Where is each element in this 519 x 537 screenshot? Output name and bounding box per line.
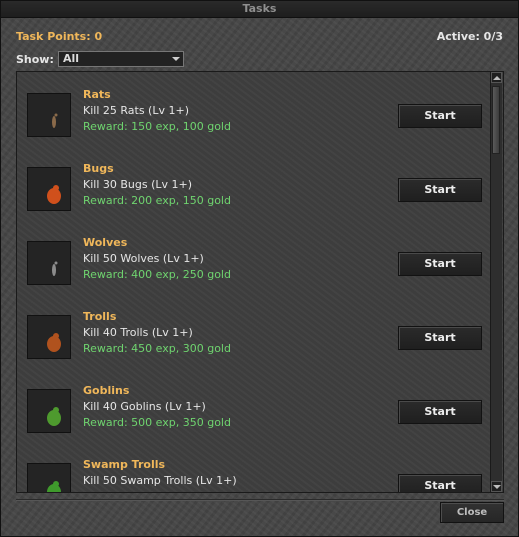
task-description: Kill 40 Trolls (Lv 1+) [83,326,193,339]
start-task-button[interactable]: Start [398,104,482,128]
task-creature-slot [27,241,71,285]
arrow-down-icon [493,485,501,489]
task-creature-slot [27,315,71,359]
start-task-button[interactable]: Start [398,400,482,424]
swamp-troll-icon [47,481,61,492]
show-filter-dropdown[interactable]: All [58,51,184,67]
task-points-label: Task Points: 0 [16,30,103,43]
task-name: Wolves [83,236,128,249]
task-name: Goblins [83,384,130,397]
scroll-down-button[interactable] [491,481,502,492]
close-button[interactable]: Close [440,502,504,523]
start-task-button[interactable]: Start [398,326,482,350]
task-creature-slot [27,463,71,492]
arrow-up-icon [493,76,501,80]
start-task-button[interactable]: Start [398,178,482,202]
task-description: Kill 40 Goblins (Lv 1+) [83,400,206,413]
tasks-window: Tasks Task Points: 0 Active: 0/3 Show: A… [0,0,519,537]
task-creature-slot [27,93,71,137]
chevron-down-icon [172,57,180,61]
task-name: Bugs [83,162,114,175]
task-creature-slot [27,167,71,211]
task-name: Swamp Trolls [83,458,166,471]
show-filter-label: Show: [16,53,54,66]
task-reward: Reward: 500 exp, 350 gold [83,416,231,429]
goblin-icon [47,407,61,426]
footer-divider [16,499,504,501]
task-row: Wolves Kill 50 Wolves (Lv 1+) Reward: 400 … [17,226,492,300]
active-count-label: Active: 0/3 [436,30,503,43]
task-reward: Reward: 200 exp, 150 gold [83,194,231,207]
start-task-button[interactable]: Start [398,474,482,492]
task-list: Rats Kill 25 Rats (Lv 1+) Reward: 150 exp,… [16,71,504,493]
task-row: Bugs Kill 30 Bugs (Lv 1+) Reward: 200 exp,… [17,152,492,226]
window-title[interactable]: Tasks [1,1,518,18]
rat-icon [52,113,58,128]
task-row: Swamp Trolls Kill 50 Swamp Trolls (Lv 1+)… [17,448,492,492]
show-filter-value: All [63,52,80,65]
task-description: Kill 25 Rats (Lv 1+) [83,104,189,117]
task-name: Trolls [83,310,117,323]
task-description: Kill 50 Wolves (Lv 1+) [83,252,204,265]
task-description: Kill 30 Bugs (Lv 1+) [83,178,193,191]
task-description: Kill 50 Swamp Trolls (Lv 1+) [83,474,237,487]
task-name: Rats [83,88,111,101]
wolf-icon [52,261,58,276]
task-row: Rats Kill 25 Rats (Lv 1+) Reward: 150 exp,… [17,78,492,152]
start-task-button[interactable]: Start [398,252,482,276]
task-reward: Reward: 400 exp, 250 gold [83,268,231,281]
task-reward: Reward: 450 exp, 300 gold [83,342,231,355]
scrollbar-thumb[interactable] [492,86,500,154]
bug-icon [47,185,61,204]
task-list-scrollbar[interactable] [490,72,502,492]
scroll-up-button[interactable] [491,72,502,83]
troll-icon [47,333,61,352]
task-reward: Reward: 700 exp, 450 gold [83,490,231,492]
task-row: Goblins Kill 40 Goblins (Lv 1+) Reward: 50… [17,374,492,448]
task-creature-slot [27,389,71,433]
task-reward: Reward: 150 exp, 100 gold [83,120,231,133]
task-row: Trolls Kill 40 Trolls (Lv 1+) Reward: 450 … [17,300,492,374]
